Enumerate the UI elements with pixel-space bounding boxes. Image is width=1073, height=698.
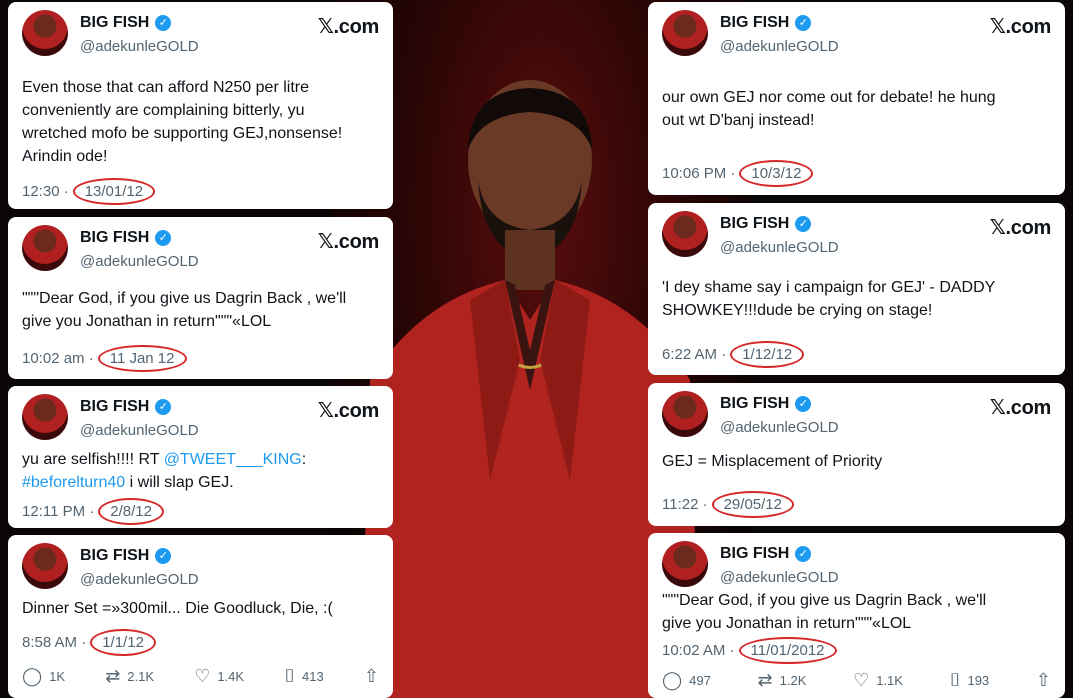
- reply-button[interactable]: ◯ 497: [662, 671, 711, 689]
- like-button[interactable]: ♡ 1.4K: [194, 667, 244, 685]
- author-name[interactable]: BIG FISH ✓: [720, 395, 812, 413]
- circled-date: 11 Jan 12: [97, 345, 187, 372]
- verified-badge-icon: ✓: [795, 15, 812, 31]
- author-name[interactable]: BIG FISH ✓: [720, 14, 812, 32]
- author-handle[interactable]: @adekunleGOLD: [720, 38, 839, 55]
- tweet-card[interactable]: BIG FISH ✓ @adekunleGOLD """Dear God, if …: [648, 533, 1065, 698]
- circled-date: 2/8/12: [98, 498, 164, 525]
- tweet-text: """Dear God, if you give us Dagrin Back …: [22, 290, 347, 330]
- author-handle[interactable]: @adekunleGOLD: [720, 419, 839, 436]
- tweet-card[interactable]: BIG FISH ✓ @adekunleGOLD 𝕏.com 'I dey sha…: [648, 203, 1065, 375]
- tweet-timestamp[interactable]: 10:06 PM · 10/3/12: [662, 160, 814, 187]
- avatar[interactable]: [662, 541, 708, 587]
- tweet-timestamp[interactable]: 8:58 AM · 1/1/12: [22, 629, 156, 656]
- avatar[interactable]: [22, 543, 68, 589]
- tweet-card[interactable]: BIG FISH ✓ @adekunleGOLD 𝕏.com Even those…: [8, 2, 393, 209]
- like-button[interactable]: ♡ 1.1K: [853, 671, 903, 689]
- tweet-timestamp[interactable]: 12:30 · 13/01/12: [22, 178, 156, 205]
- tweet-text: Dinner Set =»300mil... Die Goodluck, Die…: [22, 600, 333, 617]
- tweet-text: Even those that can afford N250 per litr…: [22, 79, 343, 165]
- x-logo: 𝕏.com: [989, 217, 1052, 239]
- mention-link[interactable]: @TWEET___KING: [164, 451, 302, 468]
- avatar[interactable]: [22, 394, 68, 440]
- tweet-timestamp[interactable]: 11:22 · 29/05/12: [662, 491, 794, 518]
- verified-badge-icon: ✓: [155, 399, 172, 415]
- tweet-card[interactable]: BIG FISH ✓ @adekunleGOLD Dinner Set =»300…: [8, 535, 393, 698]
- repost-button[interactable]: ⇄ 2.1K: [105, 667, 154, 685]
- tweet-card[interactable]: BIG FISH ✓ @adekunleGOLD 𝕏.com yu are sel…: [8, 386, 393, 528]
- tweet-card[interactable]: BIG FISH ✓ @adekunleGOLD 𝕏.com our own GE…: [648, 2, 1065, 195]
- circled-date: 11/01/2012: [738, 637, 837, 664]
- tweet-text: 'I dey shame say i campaign for GEJ' - D…: [662, 279, 996, 319]
- circled-date: 10/3/12: [739, 160, 814, 187]
- avatar[interactable]: [662, 211, 708, 257]
- share-button[interactable]: ⇧: [364, 667, 379, 685]
- author-handle[interactable]: @adekunleGOLD: [720, 239, 839, 256]
- bookmark-button[interactable]: ⌷ 193: [950, 671, 990, 689]
- tweet-card[interactable]: BIG FISH ✓ @adekunleGOLD 𝕏.com GEJ = Misp…: [648, 383, 1065, 526]
- bookmark-icon: ⌷: [949, 670, 961, 690]
- reply-icon: ◯: [22, 666, 43, 686]
- tweet-text: our own GEJ nor come out for debate! he …: [662, 89, 996, 129]
- author-name[interactable]: BIG FISH ✓: [80, 229, 172, 247]
- author-name[interactable]: BIG FISH ✓: [80, 14, 172, 32]
- author-name[interactable]: BIG FISH ✓: [80, 547, 172, 565]
- action-bar: ◯ 497 ⇄ 1.2K ♡ 1.1K ⌷ 193 ⇧: [662, 671, 1051, 689]
- tweet-text: """Dear God, if you give us Dagrin Back …: [662, 592, 987, 632]
- author-handle[interactable]: @adekunleGOLD: [80, 571, 199, 588]
- heart-icon: ♡: [853, 670, 870, 690]
- share-button[interactable]: ⇧: [1036, 671, 1051, 689]
- reply-button[interactable]: ◯ 1K: [22, 667, 65, 685]
- author-handle[interactable]: @adekunleGOLD: [80, 38, 199, 55]
- hashtag-link[interactable]: #beforelturn40: [22, 474, 125, 491]
- avatar[interactable]: [662, 391, 708, 437]
- bookmark-icon: ⌷: [284, 666, 296, 686]
- tweet-text: yu are selfish!!!! RT @TWEET___KING: #be…: [22, 451, 307, 491]
- verified-badge-icon: ✓: [795, 546, 812, 562]
- reply-icon: ◯: [662, 670, 683, 690]
- circled-date: 29/05/12: [711, 491, 794, 518]
- verified-badge-icon: ✓: [795, 396, 812, 412]
- tweet-text: GEJ = Misplacement of Priority: [662, 453, 883, 470]
- circled-date: 13/01/12: [72, 178, 156, 205]
- tweet-timestamp[interactable]: 10:02 AM · 11/01/2012: [662, 637, 837, 664]
- repost-icon: ⇄: [757, 670, 773, 690]
- action-bar: ◯ 1K ⇄ 2.1K ♡ 1.4K ⌷ 413 ⇧: [22, 667, 379, 685]
- circled-date: 1/1/12: [90, 629, 156, 656]
- share-icon: ⇧: [1035, 670, 1051, 690]
- x-logo: 𝕏.com: [317, 231, 380, 253]
- avatar[interactable]: [662, 10, 708, 56]
- x-logo: 𝕏.com: [317, 16, 380, 38]
- heart-icon: ♡: [194, 666, 211, 686]
- x-logo: 𝕏.com: [989, 16, 1052, 38]
- repost-icon: ⇄: [105, 666, 121, 686]
- avatar[interactable]: [22, 10, 68, 56]
- tweet-timestamp[interactable]: 6:22 AM · 1/12/12: [662, 341, 805, 368]
- bookmark-button[interactable]: ⌷ 413: [284, 667, 324, 685]
- author-name[interactable]: BIG FISH ✓: [80, 398, 172, 416]
- x-logo: 𝕏.com: [989, 397, 1052, 419]
- author-handle[interactable]: @adekunleGOLD: [720, 569, 839, 586]
- tweet-timestamp[interactable]: 12:11 PM · 2/8/12: [22, 498, 164, 525]
- x-logo: 𝕏.com: [317, 400, 380, 422]
- share-icon: ⇧: [363, 666, 379, 686]
- avatar[interactable]: [22, 225, 68, 271]
- author-name[interactable]: BIG FISH ✓: [720, 215, 812, 233]
- author-handle[interactable]: @adekunleGOLD: [80, 253, 199, 270]
- repost-button[interactable]: ⇄ 1.2K: [758, 671, 807, 689]
- verified-badge-icon: ✓: [155, 15, 172, 31]
- author-handle[interactable]: @adekunleGOLD: [80, 422, 199, 439]
- tweet-timestamp[interactable]: 10:02 am · 11 Jan 12: [22, 345, 187, 372]
- tweet-card[interactable]: BIG FISH ✓ @adekunleGOLD 𝕏.com """Dear Go…: [8, 217, 393, 379]
- verified-badge-icon: ✓: [795, 216, 812, 232]
- circled-date: 1/12/12: [730, 341, 805, 368]
- verified-badge-icon: ✓: [155, 548, 172, 564]
- author-name[interactable]: BIG FISH ✓: [720, 545, 812, 563]
- verified-badge-icon: ✓: [155, 230, 172, 246]
